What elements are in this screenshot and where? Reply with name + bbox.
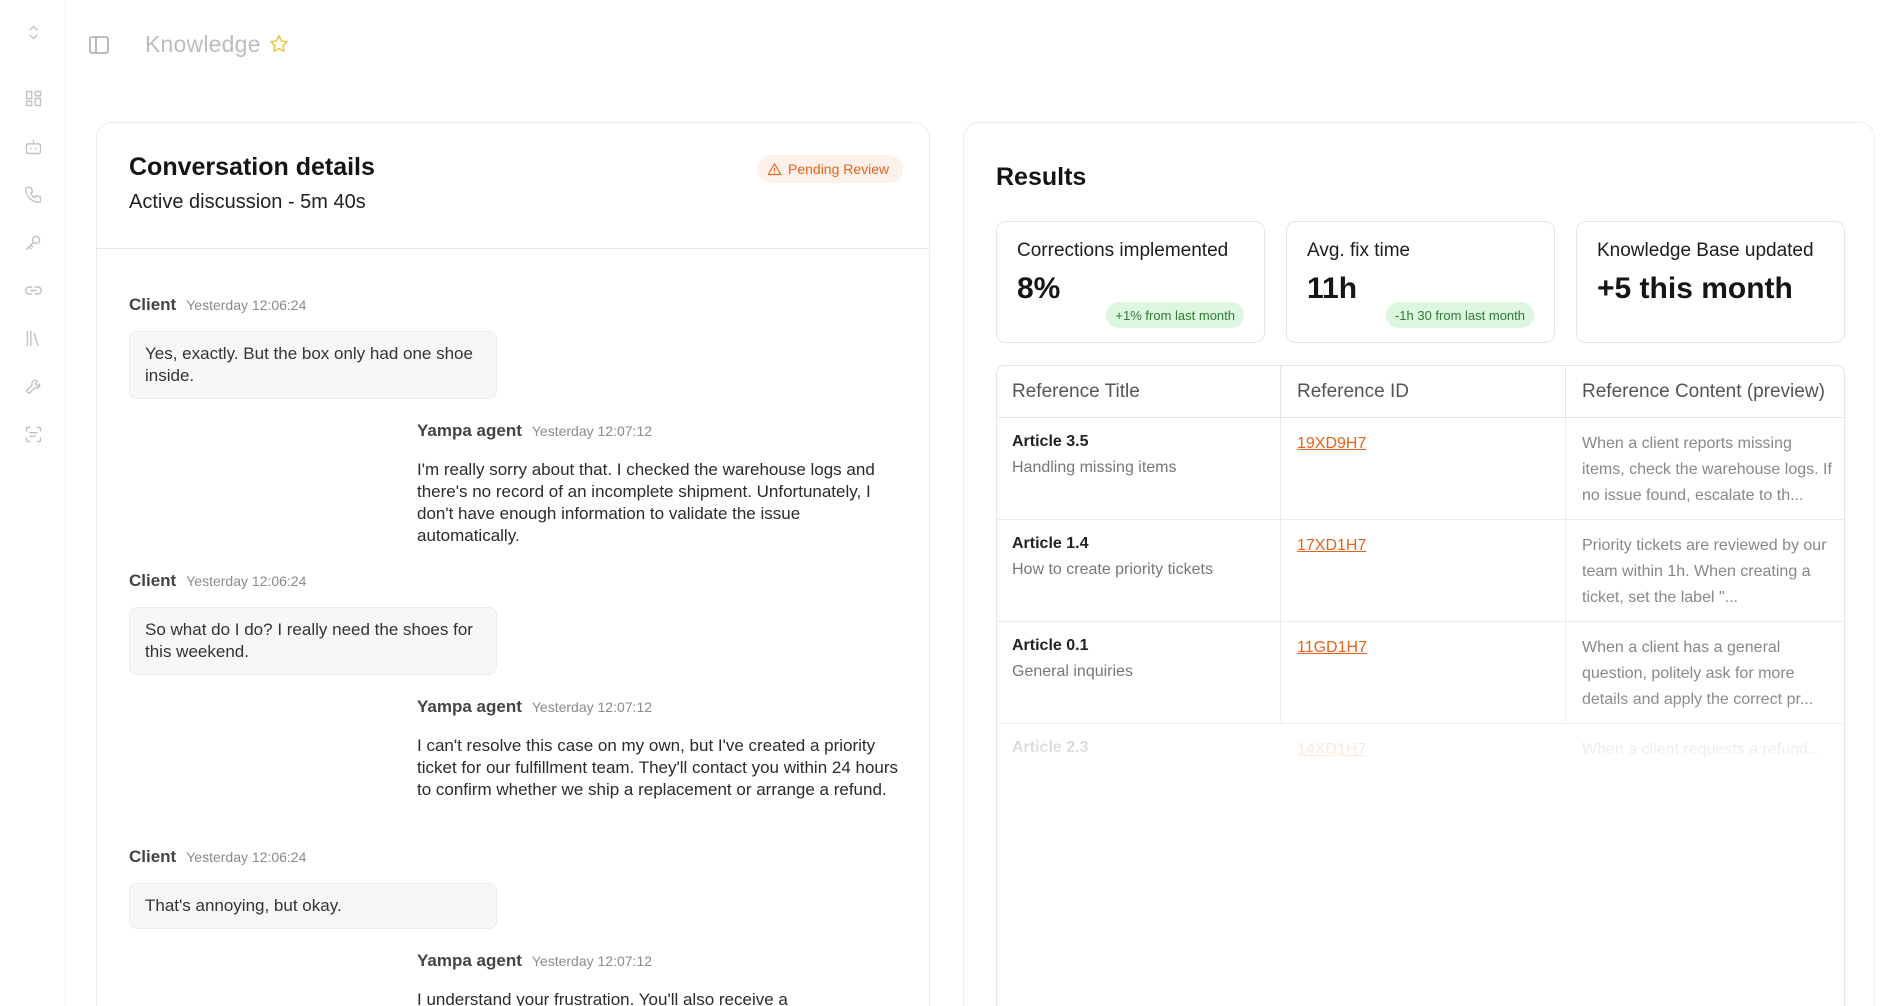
column-divider <box>1280 622 1281 724</box>
column-divider <box>1565 520 1566 622</box>
reference-title: Article 1.4 <box>1012 535 1089 552</box>
column-header-id[interactable]: Reference ID <box>1282 366 1409 418</box>
message-time: Yesterday 12:06:24 <box>186 297 307 313</box>
stat-value: 11h <box>1307 272 1358 305</box>
star-icon[interactable] <box>268 33 290 55</box>
message-time: Yesterday 12:07:12 <box>531 953 653 969</box>
bot-icon[interactable] <box>21 134 45 158</box>
column-divider <box>1565 366 1566 418</box>
stat-value: +5 this month <box>1597 272 1793 305</box>
column-header-title[interactable]: Reference Title <box>997 366 1140 418</box>
warning-icon <box>767 162 782 175</box>
client-message-bubble: Yes, exactly. But the box only had one s… <box>129 331 497 399</box>
reference-id-link[interactable]: 17XD1H7 <box>1297 537 1366 555</box>
message-header: Client Yesterday 12:06:24 <box>129 847 306 867</box>
table-row[interactable]: Article 1.4 How to create priority ticke… <box>997 520 1844 622</box>
phone-icon[interactable] <box>21 182 45 206</box>
stat-card-corrections: Corrections implemented 8% +1% from last… <box>996 221 1265 343</box>
results-title: Results <box>996 163 1087 191</box>
reference-table: Reference Title Reference ID Reference C… <box>996 365 1845 1006</box>
stat-delta-badge: +1% from last month <box>1106 302 1244 328</box>
reference-subtitle: Handling missing items <box>1012 459 1177 476</box>
message-time: Yesterday 12:07:12 <box>531 423 653 439</box>
panel-left-icon <box>89 36 109 54</box>
reference-subtitle: How to create priority tickets <box>1012 561 1213 578</box>
client-message-bubble: So what do I do? I really need the shoes… <box>129 607 497 675</box>
reference-id-link[interactable]: 14XD1H7 <box>1297 741 1366 759</box>
table-row[interactable]: Article 2.3 14XD1H7 When a client reques… <box>997 724 1844 826</box>
status-badge-label: Pending Review <box>788 161 890 177</box>
table-header: Reference Title Reference ID Reference C… <box>997 366 1844 418</box>
column-divider <box>1280 418 1281 520</box>
message-author: Yampa agent <box>417 951 522 970</box>
conversation-title: Conversation details <box>129 153 375 181</box>
message-time: Yesterday 12:07:12 <box>531 699 653 715</box>
stat-label: Avg. fix time <box>1307 240 1411 261</box>
stat-label: Corrections implemented <box>1017 240 1229 261</box>
stat-value: 8% <box>1017 272 1061 305</box>
reference-content-preview: When a client has a general question, po… <box>1582 639 1814 708</box>
agent-message-text: I can't resolve this case on my own, but… <box>417 736 899 799</box>
link-icon[interactable] <box>21 278 45 302</box>
agent-message-text: I understand your frustration. You'll al… <box>417 990 788 1006</box>
stat-card-kb-updated: Knowledge Base updated +5 this month <box>1576 221 1845 343</box>
reference-content-preview: When a client reports missing items, che… <box>1582 435 1832 504</box>
reference-content-preview: Priority tickets are reviewed by our tea… <box>1582 537 1827 606</box>
scan-text-icon[interactable] <box>21 422 45 446</box>
column-header-content[interactable]: Reference Content (preview) <box>1567 366 1825 418</box>
stat-delta-badge: -1h 30 from last month <box>1385 302 1534 328</box>
message-author: Client <box>129 847 177 866</box>
message-author: Client <box>129 295 177 314</box>
page-title: Knowledge <box>145 31 261 57</box>
column-divider <box>1280 520 1281 622</box>
left-rail <box>0 0 66 1006</box>
status-badge: Pending Review <box>757 155 904 183</box>
reference-title: Article 0.1 <box>1012 637 1089 654</box>
reference-title: Article 2.3 <box>1012 739 1089 756</box>
conversation-duration: Active discussion - 5m 40s <box>129 191 366 213</box>
client-message-bubble: That's annoying, but okay. <box>129 883 497 929</box>
message-author: Yampa agent <box>417 421 522 440</box>
wrench-icon[interactable] <box>21 374 45 398</box>
message-time: Yesterday 12:06:24 <box>186 573 307 589</box>
chevron-up-down-icon[interactable] <box>21 20 45 44</box>
sidebar-toggle-button[interactable] <box>86 32 112 58</box>
message-header: Client Yesterday 12:06:24 <box>129 295 306 315</box>
column-divider <box>1565 622 1566 724</box>
column-divider <box>1280 366 1281 418</box>
table-row[interactable]: Article 3.5 Handling missing items 19XD9… <box>997 418 1844 520</box>
message-header: Yampa agent Yesterday 12:07:12 <box>417 697 652 717</box>
message-header: Yampa agent Yesterday 12:07:12 <box>417 421 652 441</box>
reference-title: Article 3.5 <box>1012 433 1089 450</box>
message-author: Yampa agent <box>417 697 522 716</box>
conversation-panel: Conversation details Active discussion -… <box>96 122 930 1006</box>
reference-subtitle: General inquiries <box>1012 663 1133 680</box>
stat-label: Knowledge Base updated <box>1597 240 1814 261</box>
reference-content-preview: When a client requests a refund... <box>1582 741 1822 758</box>
results-panel: Results Corrections implemented 8% +1% f… <box>963 122 1875 1006</box>
library-icon[interactable] <box>21 326 45 350</box>
message-header: Client Yesterday 12:06:24 <box>129 571 306 591</box>
reference-id-link[interactable]: 11GD1H7 <box>1297 639 1367 657</box>
table-row[interactable]: Article 0.1 General inquiries 11GD1H7 Wh… <box>997 622 1844 724</box>
agent-message-text: I'm really sorry about that. I checked t… <box>417 460 875 545</box>
column-divider <box>1565 418 1566 520</box>
message-time: Yesterday 12:06:24 <box>186 849 307 865</box>
conversation-header: Conversation details Active discussion -… <box>97 123 929 249</box>
reference-id-link[interactable]: 19XD9H7 <box>1297 435 1366 453</box>
dashboard-icon[interactable] <box>21 86 45 110</box>
message-author: Client <box>129 571 177 590</box>
key-icon[interactable] <box>21 230 45 254</box>
stat-card-fix-time: Avg. fix time 11h -1h 30 from last month <box>1286 221 1555 343</box>
message-header: Yampa agent Yesterday 12:07:12 <box>417 951 652 971</box>
